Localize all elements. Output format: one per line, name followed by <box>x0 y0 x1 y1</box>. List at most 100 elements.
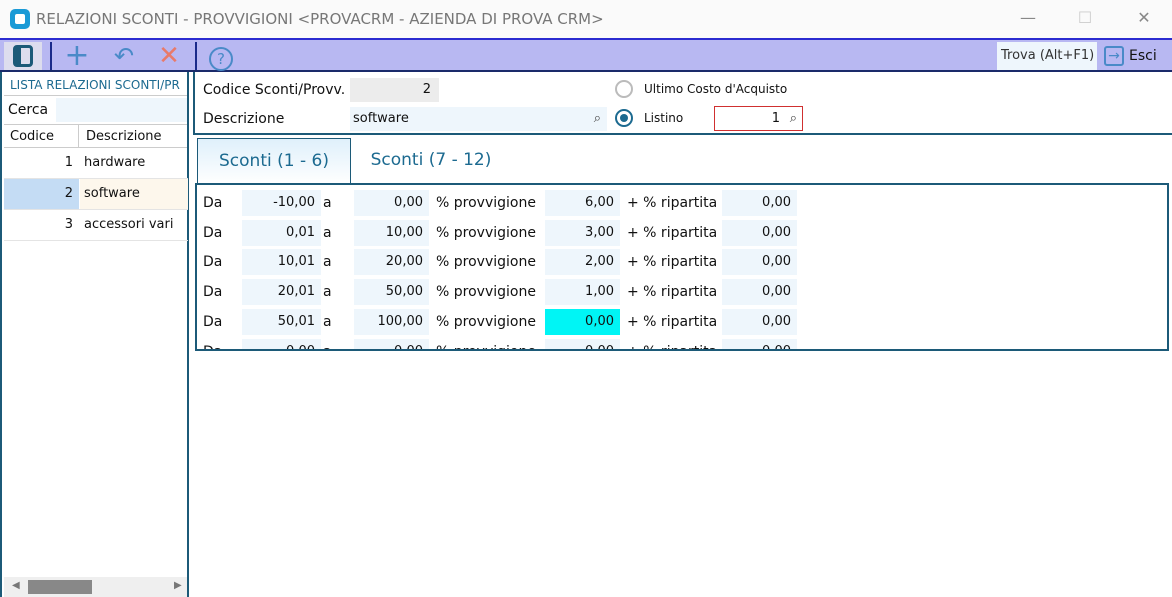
radio-listino[interactable] <box>615 109 633 127</box>
commission-field[interactable]: 0,00 <box>545 338 620 349</box>
title-bar: RELAZIONI SCONTI - PROVVIGIONI <PROVACRM… <box>0 0 1172 38</box>
to-field[interactable]: 10,00 <box>354 219 429 246</box>
add-icon[interactable]: + <box>58 41 96 71</box>
item-desc: hardware <box>84 155 146 170</box>
split-field[interactable]: 0,00 <box>722 338 797 349</box>
from-field[interactable]: 0,00 <box>242 338 321 349</box>
description-field[interactable]: software ⌕ <box>350 107 607 131</box>
commission-field[interactable]: 3,00 <box>545 219 620 246</box>
commission-field[interactable]: 0,00 <box>545 308 620 335</box>
list-title: LISTA RELAZIONI SCONTI/PR <box>4 74 187 96</box>
scroll-right-icon[interactable]: ▶ <box>174 580 182 591</box>
item-code: 1 <box>64 155 73 170</box>
find-input[interactable]: Trova (Alt+F1) <box>997 42 1097 70</box>
to-field[interactable]: 0,00 <box>354 190 429 216</box>
tab-sconti-7-12[interactable]: Sconti (7 - 12) <box>351 138 511 184</box>
radio-last-cost[interactable] <box>615 80 633 98</box>
split-field[interactable]: 0,00 <box>722 249 797 276</box>
item-code: 3 <box>64 217 73 232</box>
item-code: 2 <box>4 179 79 209</box>
from-field[interactable]: 20,01 <box>242 279 321 306</box>
split-field[interactable]: 0,00 <box>722 190 797 216</box>
split-field[interactable]: 0,00 <box>722 219 797 246</box>
description-label: Descrizione <box>203 111 285 127</box>
commission-label: % provvigione <box>436 254 536 271</box>
delete-icon[interactable]: ✕ <box>150 42 188 70</box>
list-item[interactable]: 3 accessori vari <box>4 210 188 241</box>
split-label: + % ripartita <box>627 224 718 241</box>
commission-field[interactable]: 6,00 <box>545 190 620 216</box>
grid-row: Da 10,01 a 20,00 % provvigione 2,00 + % ripart… <box>197 247 1167 277</box>
split-label: + % ripartita <box>627 313 718 330</box>
maximize-button[interactable]: ☐ <box>1073 8 1097 30</box>
split-label: + % ripartita <box>627 195 718 211</box>
to-label: a <box>323 284 332 301</box>
from-field[interactable]: -10,00 <box>242 190 321 216</box>
radio-last-cost-label: Ultimo Costo d'Acquisto <box>644 82 788 96</box>
to-label: a <box>323 337 332 350</box>
to-field[interactable]: 100,00 <box>354 308 429 335</box>
split-label: + % ripartita <box>627 254 718 271</box>
listino-value: 1 <box>771 111 780 126</box>
from-field[interactable]: 10,01 <box>242 249 321 276</box>
list-panel: LISTA RELAZIONI SCONTI/PR Cerca Codice D… <box>0 72 189 597</box>
description-value: software <box>353 111 409 126</box>
search-label: Cerca <box>8 102 49 118</box>
grid-row: Da 50,01 a 100,00% provvigione 0,00 + % ripar… <box>197 307 1167 337</box>
from-label: Da <box>203 224 223 241</box>
column-header-descrizione[interactable]: Descrizione <box>79 124 187 148</box>
column-header-codice[interactable]: Codice <box>4 124 79 148</box>
scroll-thumb[interactable] <box>28 580 92 594</box>
search-icon[interactable]: ⌕ <box>790 107 797 131</box>
commission-field[interactable]: 1,00 <box>545 279 620 306</box>
grid-row: Da 0,01 a 10,00 % provvigione 3,00 + % riparti… <box>197 218 1167 248</box>
header-form: Codice Sconti/Provv. 2 Descrizione softw… <box>193 72 1172 135</box>
exit-button[interactable]: → Esci <box>1104 42 1157 70</box>
to-label: a <box>323 254 332 271</box>
item-desc: software <box>80 179 188 209</box>
list-item[interactable]: 1 hardware <box>4 148 188 179</box>
close-button[interactable]: ✕ <box>1132 8 1156 30</box>
split-field[interactable]: 0,00 <box>722 279 797 306</box>
split-field[interactable]: 0,00 <box>722 308 797 335</box>
split-label: + % ripartita <box>627 337 717 350</box>
separator <box>195 42 197 70</box>
scroll-left-icon[interactable]: ◀ <box>12 580 20 591</box>
to-field[interactable]: 50,00 <box>354 279 429 306</box>
list-item-selected[interactable]: 2 software <box>4 179 188 210</box>
separator <box>50 42 52 70</box>
split-label: + % ripartita <box>627 284 718 301</box>
radio-listino-label: Listino <box>644 111 684 125</box>
to-field[interactable]: 20,00 <box>354 249 429 276</box>
listino-field[interactable]: 1 ⌕ <box>714 106 803 131</box>
commission-label: % provvigione <box>436 313 536 330</box>
to-field[interactable]: 0,00 <box>354 338 429 349</box>
undo-icon[interactable]: ↶ <box>105 42 143 70</box>
from-label: Da <box>203 284 223 301</box>
commission-label: % provvigione <box>436 195 536 211</box>
to-label: a <box>323 313 332 330</box>
grid-row: Da0,00a0,00% provvigione0,00+ % ripartit… <box>197 337 1167 350</box>
toolbar: + ↶ ✕ ? Trova (Alt+F1) → Esci <box>0 38 1172 72</box>
to-label: a <box>323 195 332 211</box>
minimize-button[interactable]: — <box>1016 8 1040 30</box>
tab-sconti-1-6[interactable]: Sconti (1 - 6) <box>197 138 351 184</box>
toggle-panel-icon[interactable] <box>4 42 42 70</box>
search-icon[interactable]: ⌕ <box>594 107 601 131</box>
grid-row: Da -10,00 a 0,00 % provvigione 6,00 + % ripart… <box>197 188 1167 218</box>
discount-grid: Da -10,00 a 0,00% provvigione 6,00 + % ripart… <box>195 183 1169 351</box>
search-input[interactable] <box>56 98 187 122</box>
commission-field[interactable]: 2,00 <box>545 249 620 276</box>
from-field[interactable]: 50,01 <box>242 308 321 335</box>
commission-label: % provvigione <box>436 224 536 241</box>
code-field[interactable]: 2 <box>350 78 439 102</box>
from-label: Da <box>203 337 222 350</box>
from-label: Da <box>203 254 223 271</box>
from-field[interactable]: 0,01 <box>242 219 321 246</box>
item-desc: accessori vari <box>84 217 174 232</box>
help-icon[interactable]: ? <box>202 42 240 71</box>
exit-icon: → <box>1104 46 1124 66</box>
horizontal-scrollbar[interactable]: ◀ ▶ <box>4 577 187 597</box>
commission-label: % provvigione <box>436 337 536 350</box>
exit-label: Esci <box>1129 48 1157 64</box>
